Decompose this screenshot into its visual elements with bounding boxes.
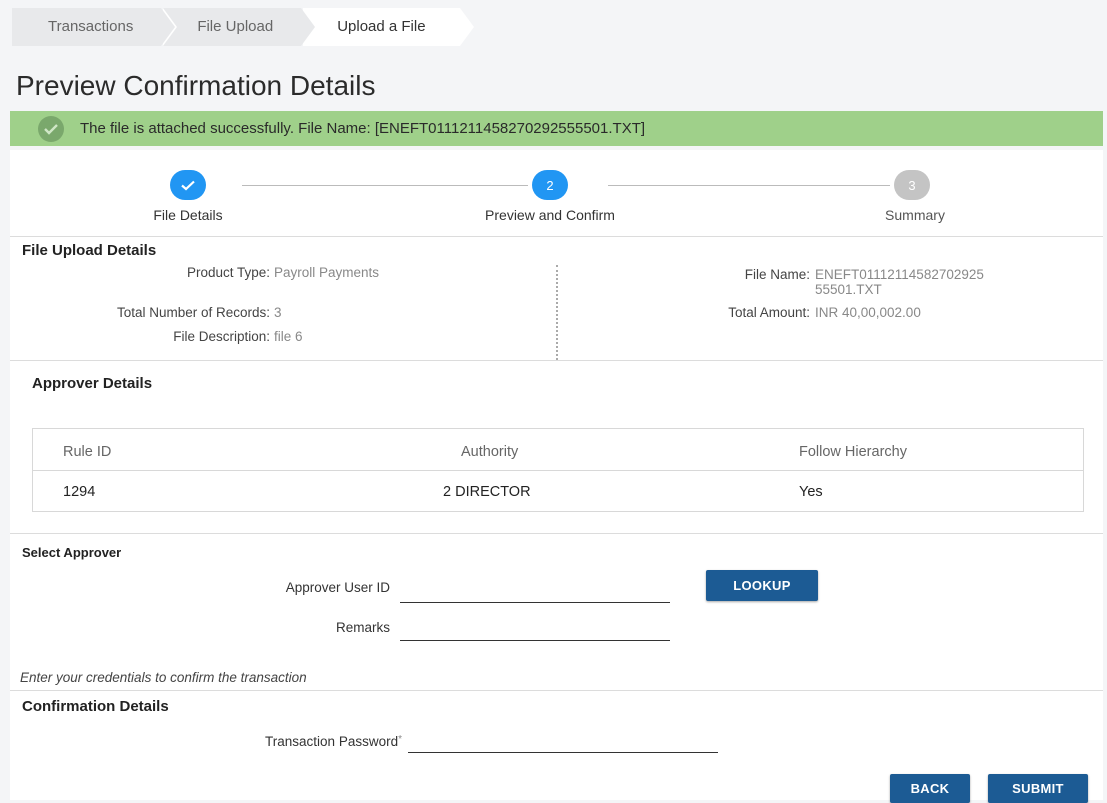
required-mark: * <box>398 734 402 745</box>
divider <box>10 690 1103 691</box>
submit-button[interactable]: SUBMIT <box>988 774 1088 803</box>
file-description-label: File Description: <box>173 329 270 344</box>
page-title: Preview Confirmation Details <box>16 70 376 101</box>
cell-follow-hierarchy: Yes <box>799 484 823 500</box>
file-name-value-line1: ENEFT01112114582702925 <box>815 267 984 282</box>
step-1-done-check-icon <box>170 170 206 200</box>
cell-rule-id: 1294 <box>63 484 96 500</box>
step-connector <box>608 185 890 186</box>
breadcrumb-file-upload[interactable]: File Upload <box>163 8 318 46</box>
product-type-label: Product Type: <box>186 265 270 280</box>
confirmation-details-title: Confirmation Details <box>22 698 169 715</box>
step-2-marker: 2 <box>532 170 568 200</box>
divider <box>10 533 1103 534</box>
main-panel: 2 3 File Details Preview and Confirm Sum… <box>10 150 1103 803</box>
breadcrumb: Transactions File Upload Upload a File <box>12 8 475 46</box>
step-label-preview-confirm: Preview and Confirm <box>485 207 615 223</box>
cell-authority: 2 DIRECTOR <box>443 484 531 500</box>
success-alert: The file is attached successfully. File … <box>10 111 1103 146</box>
total-amount-label: Total Amount: <box>728 305 810 320</box>
approver-table: Rule ID Authority Follow Hierarchy 1294 … <box>32 428 1084 512</box>
back-button[interactable]: BACK <box>890 774 970 803</box>
file-upload-details-title: File Upload Details <box>22 242 157 259</box>
file-description-value: file 6 <box>274 329 303 344</box>
approver-user-id-input[interactable] <box>400 578 670 603</box>
breadcrumb-upload-a-file: Upload a File <box>303 8 475 46</box>
product-type-value: Payroll Payments <box>274 265 380 280</box>
column-divider <box>556 265 558 360</box>
lookup-button[interactable]: LOOKUP <box>706 570 818 601</box>
transaction-password-input[interactable] <box>408 728 718 753</box>
remarks-input[interactable] <box>400 616 670 641</box>
step-label-summary: Summary <box>885 207 945 223</box>
divider <box>10 360 1103 361</box>
transaction-password-label-text: Transaction Password <box>265 734 399 749</box>
total-records-value: 3 <box>274 305 282 320</box>
select-approver-title: Select Approver <box>22 545 122 560</box>
total-records-label: Total Number of Records: <box>116 305 270 320</box>
step-label-file-details: File Details <box>153 207 223 223</box>
column-header-authority: Authority <box>461 444 519 460</box>
total-amount-value: INR 40,00,002.00 <box>815 305 921 320</box>
step-3-marker: 3 <box>894 170 930 200</box>
column-header-follow-hierarchy: Follow Hierarchy <box>799 444 907 460</box>
row-separator <box>33 470 1083 471</box>
approver-details-title: Approver Details <box>32 375 153 392</box>
file-name-label: File Name: <box>744 267 810 282</box>
divider <box>10 236 1103 237</box>
file-name-value-line2: 55501.TXT <box>815 282 882 297</box>
remarks-label: Remarks <box>335 620 390 635</box>
step-connector <box>242 185 528 186</box>
transaction-password-label: Transaction Password* <box>140 734 402 749</box>
column-header-rule-id: Rule ID <box>63 444 112 460</box>
credentials-hint: Enter your credentials to confirm the tr… <box>20 670 307 685</box>
success-message: The file is attached successfully. File … <box>80 120 646 137</box>
breadcrumb-transactions[interactable]: Transactions <box>12 8 178 46</box>
check-circle-icon <box>38 115 64 142</box>
approver-user-id-label: Approver User ID <box>285 580 390 595</box>
